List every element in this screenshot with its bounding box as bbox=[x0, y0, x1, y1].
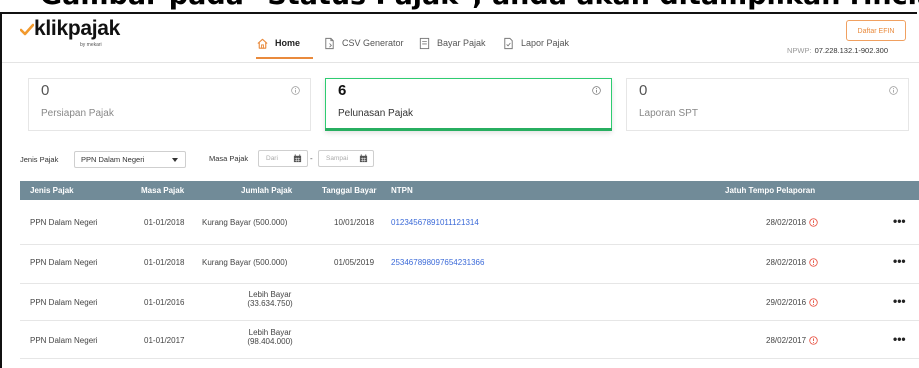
cell-ntpn-link[interactable]: 01234567891011121314 bbox=[391, 218, 479, 227]
cell-jumlah: Kurang Bayar (500.000) bbox=[202, 258, 288, 267]
cell-tanggal: 01/05/2019 bbox=[334, 258, 375, 267]
report-icon bbox=[504, 37, 513, 49]
nav-lapor-pajak[interactable]: Lapor Pajak bbox=[502, 32, 569, 54]
nav-bayar-pajak[interactable]: Bayar Pajak bbox=[418, 32, 486, 54]
cell-masa: 01-01/2016 bbox=[144, 298, 185, 307]
nav-bayar-label: Bayar Pajak bbox=[437, 38, 486, 48]
th-masa-pajak[interactable]: Masa Pajak bbox=[141, 186, 184, 195]
jumlah-amount: (98.404.000) bbox=[247, 337, 293, 346]
card-count: 0 bbox=[639, 82, 648, 99]
check-logo-icon bbox=[20, 23, 34, 36]
home-icon bbox=[257, 38, 268, 49]
info-icon[interactable] bbox=[592, 86, 601, 95]
calendar-icon bbox=[293, 154, 302, 163]
warning-icon bbox=[809, 258, 818, 268]
cell-jumlah: Kurang Bayar (500.000) bbox=[202, 218, 288, 227]
cell-jatuh-tempo: 28/02/2017 bbox=[766, 336, 818, 346]
jatuh-tempo-date: 29/02/2016 bbox=[766, 298, 807, 307]
cell-masa: 01-01/2018 bbox=[144, 218, 185, 227]
card-count: 6 bbox=[338, 82, 347, 99]
table-row[interactable]: PPN Dalam Negeri 01-01/2018 Kurang Bayar… bbox=[20, 200, 919, 245]
cell-jatuh-tempo: 28/02/2018 bbox=[766, 218, 818, 228]
cell-ntpn-link[interactable]: 253467898097654231366 bbox=[391, 258, 484, 267]
more-options-button[interactable]: ••• bbox=[893, 294, 906, 308]
jatuh-tempo-date: 28/02/2018 bbox=[766, 258, 807, 267]
more-options-button[interactable]: ••• bbox=[893, 332, 906, 346]
cell-jatuh-tempo: 29/02/2016 bbox=[766, 298, 818, 308]
jenis-pajak-value: PPN Dalam Negeri bbox=[81, 155, 145, 164]
more-options-button[interactable]: ••• bbox=[893, 214, 906, 228]
jatuh-tempo-date: 28/02/2018 bbox=[766, 218, 807, 227]
th-jatuh-tempo[interactable]: Jatuh Tempo Pelaporan bbox=[725, 186, 815, 195]
cell-jatuh-tempo: 28/02/2018 bbox=[766, 258, 818, 268]
nav-csv-label: CSV Generator bbox=[342, 38, 404, 48]
jumlah-status: Lebih Bayar bbox=[248, 290, 292, 299]
card-count: 0 bbox=[41, 82, 50, 99]
cell-jumlah: Lebih Bayar (33.634.750) bbox=[230, 290, 310, 308]
card-pelunasan-pajak[interactable]: 6 Pelunasan Pajak bbox=[325, 78, 612, 131]
table-header: Jenis Pajak Masa Pajak Jumlah Pajak Tang… bbox=[20, 181, 919, 200]
logo-wordmark: klikpajak bbox=[34, 17, 121, 40]
receipt-icon bbox=[419, 37, 430, 49]
info-icon[interactable] bbox=[889, 86, 898, 95]
npwp-value: 07.228.132.1-902.300 bbox=[814, 46, 888, 55]
nav-home[interactable]: Home bbox=[256, 32, 300, 54]
caret-down-icon bbox=[172, 158, 178, 162]
nav-lapor-label: Lapor Pajak bbox=[521, 38, 570, 48]
daftar-efin-button[interactable]: Daftar EFIN bbox=[846, 20, 906, 41]
sampai-placeholder: Sampai bbox=[326, 155, 349, 162]
card-label: Pelunasan Pajak bbox=[338, 108, 414, 119]
masa-sampai-input[interactable]: Sampai bbox=[318, 150, 374, 167]
jumlah-amount: (33.634.750) bbox=[247, 299, 293, 308]
nav-csv-generator[interactable]: CSV Generator bbox=[323, 32, 404, 54]
th-tanggal-bayar[interactable]: Tanggal Bayar bbox=[322, 186, 377, 195]
th-ntpn[interactable]: NTPN bbox=[391, 186, 413, 195]
page-caption: Gambar pada "Status Pajak", anda akan di… bbox=[40, 0, 919, 12]
card-label: Laporan SPT bbox=[639, 108, 698, 119]
table-row[interactable]: PPN Dalam Negeri 01-01/2016 Lebih Bayar … bbox=[20, 284, 919, 321]
cell-jumlah: Lebih Bayar (98.404.000) bbox=[230, 328, 310, 346]
jenis-pajak-select[interactable]: PPN Dalam Negeri bbox=[74, 151, 186, 168]
th-jenis-pajak[interactable]: Jenis Pajak bbox=[30, 186, 74, 195]
npwp-display: NPWP: 07.228.132.1-902.300 bbox=[787, 46, 888, 55]
calendar-icon bbox=[359, 154, 368, 163]
document-icon bbox=[325, 37, 334, 49]
warning-icon bbox=[809, 336, 818, 346]
active-card-indicator bbox=[325, 128, 612, 131]
jumlah-status: Lebih Bayar bbox=[248, 328, 292, 337]
cell-jenis: PPN Dalam Negeri bbox=[30, 336, 98, 345]
cell-jenis: PPN Dalam Negeri bbox=[30, 298, 98, 307]
masa-dari-input[interactable]: Dari bbox=[258, 150, 308, 167]
card-laporan-spt[interactable]: 0 Laporan SPT bbox=[626, 78, 909, 131]
warning-icon bbox=[809, 298, 818, 308]
cell-jenis: PPN Dalam Negeri bbox=[30, 218, 98, 227]
date-range-separator: - bbox=[310, 154, 313, 163]
npwp-label: NPWP: bbox=[787, 46, 812, 55]
table-row[interactable]: PPN Dalam Negeri 01-01/2017 Lebih Bayar … bbox=[20, 321, 919, 359]
cell-masa: 01-01/2017 bbox=[144, 336, 185, 345]
dari-placeholder: Dari bbox=[266, 155, 278, 162]
info-icon[interactable] bbox=[291, 86, 300, 95]
cell-jenis: PPN Dalam Negeri bbox=[30, 258, 98, 267]
logo-byline: by mekari bbox=[80, 42, 102, 48]
card-label: Persiapan Pajak bbox=[41, 108, 114, 119]
nav-home-label: Home bbox=[275, 38, 301, 48]
warning-icon bbox=[809, 218, 818, 228]
jenis-pajak-label: Jenis Pajak bbox=[20, 155, 59, 164]
cell-tanggal: 10/01/2018 bbox=[334, 218, 375, 227]
card-persiapan-pajak[interactable]: 0 Persiapan Pajak bbox=[28, 78, 311, 131]
table-row[interactable]: PPN Dalam Negeri 01-01/2018 Kurang Bayar… bbox=[20, 245, 919, 284]
nav-active-underline bbox=[256, 57, 313, 59]
masa-pajak-label: Masa Pajak bbox=[209, 154, 249, 163]
jatuh-tempo-date: 28/02/2017 bbox=[766, 336, 807, 345]
more-options-button[interactable]: ••• bbox=[893, 254, 906, 268]
th-jumlah-pajak[interactable]: Jumlah Pajak bbox=[241, 186, 292, 195]
cell-masa: 01-01/2018 bbox=[144, 258, 185, 267]
